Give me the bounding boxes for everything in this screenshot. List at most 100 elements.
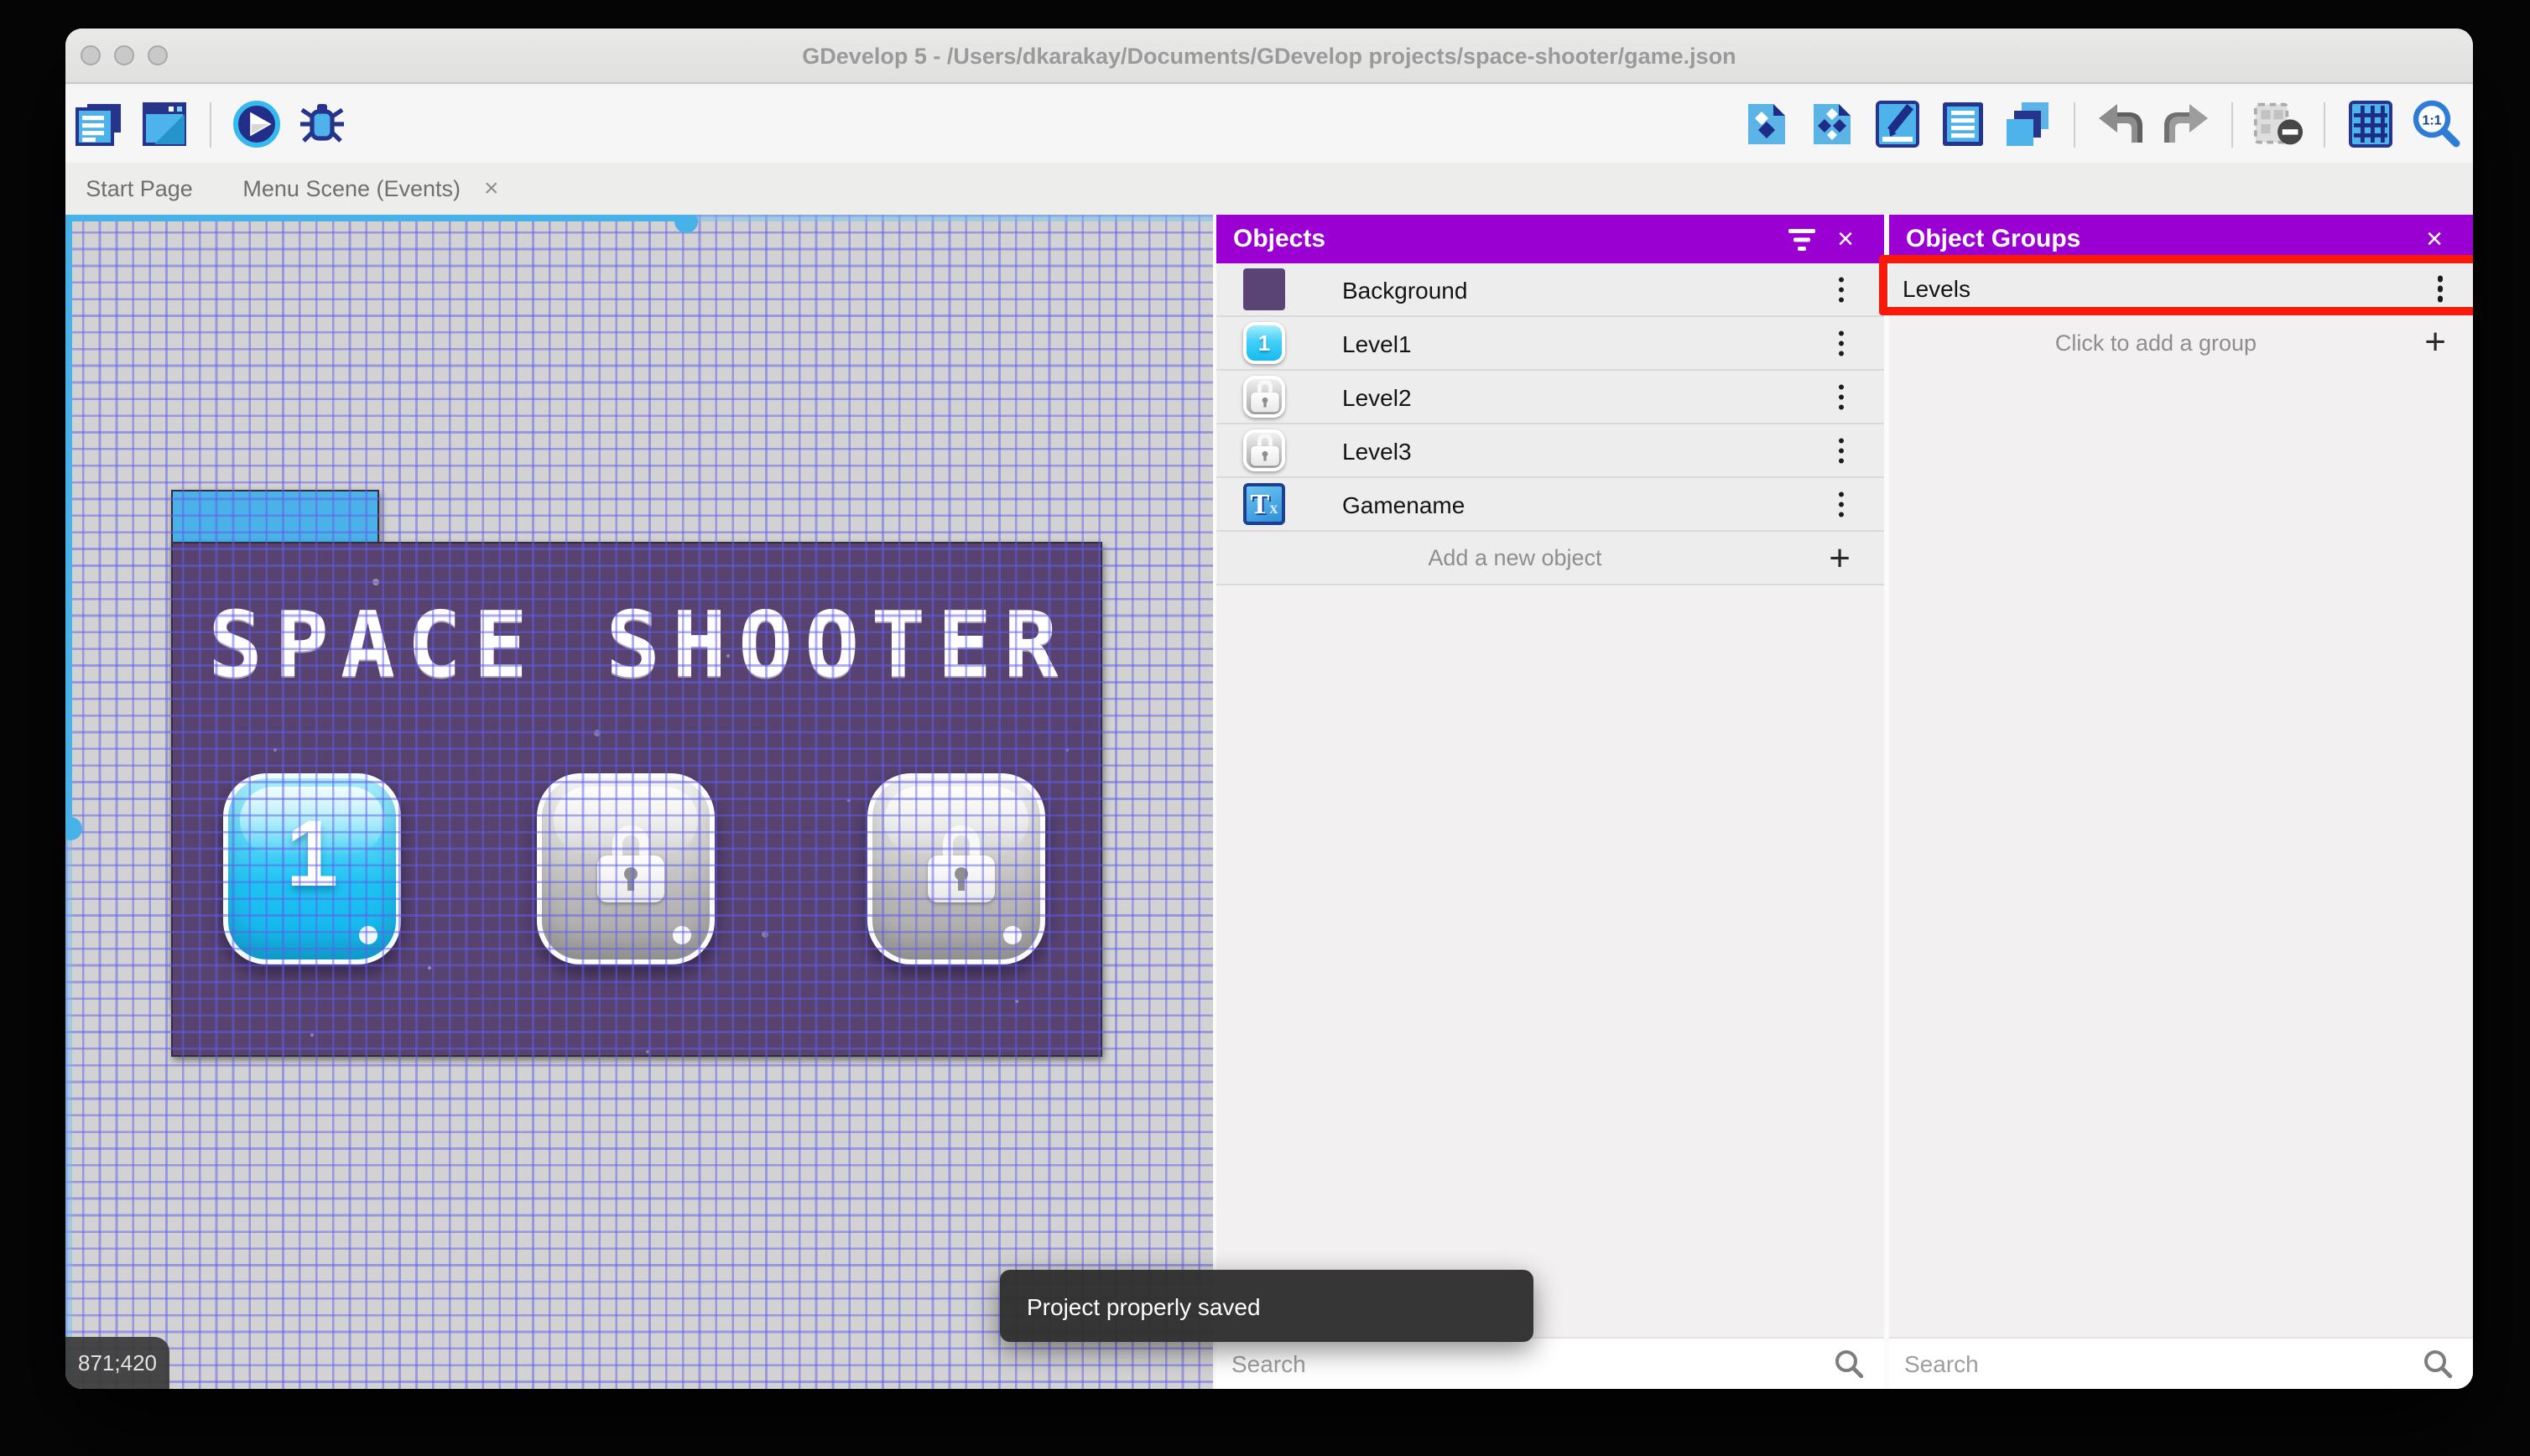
objects-search-input[interactable]	[1216, 1349, 1751, 1379]
grid-icon	[2349, 101, 2392, 148]
star-specks	[173, 543, 176, 547]
tab-start-page[interactable]: Start Page	[65, 163, 213, 215]
text-icon-x: x	[1269, 500, 1278, 518]
object-name: Level2	[1342, 383, 1412, 410]
toolbar-separator	[210, 101, 211, 147]
layers-editor-button[interactable]	[2003, 97, 2054, 151]
app-window: GDevelop 5 - /Users/dkarakay/Documents/G…	[65, 29, 2473, 1389]
toggle-mask-button[interactable]	[2253, 97, 2304, 151]
close-panel-icon[interactable]: ×	[1824, 217, 1867, 261]
objects-panel-header: Objects ×	[1216, 215, 1884, 263]
scene-editor-icon	[143, 102, 186, 146]
redo-button[interactable]	[2161, 97, 2211, 151]
add-group-row[interactable]: Click to add a group +	[1889, 315, 2473, 369]
add-new-object-row[interactable]: Add a new object +	[1216, 532, 1884, 585]
tab-menu-scene-events[interactable]: Menu Scene (Events) ×	[213, 163, 528, 215]
group-name: Levels	[1903, 275, 1970, 302]
layers-icon	[2007, 102, 2048, 146]
object-menu-kebab-icon[interactable]	[1838, 383, 1844, 410]
object-groups-panel: Object Groups × Levels Click to add a gr…	[1889, 215, 2473, 1389]
object-name: Background	[1342, 276, 1468, 303]
vertical-scrollbar-track[interactable]	[65, 829, 72, 1389]
objects-panel: Objects × Background 1 Level1 Level2 Lev…	[1216, 215, 1884, 1389]
groups-search-bar	[1889, 1337, 2473, 1389]
horizontal-scrollbar-thumb[interactable]	[674, 215, 698, 233]
object-menu-kebab-icon[interactable]	[1838, 276, 1844, 303]
zoom-1-1-icon: 1:1	[2413, 100, 2460, 148]
lock-icon	[1250, 432, 1278, 465]
object-row-level3[interactable]: Level3	[1216, 424, 1884, 478]
instances-list-button[interactable]	[1938, 97, 1988, 151]
scene-canvas[interactable]: SPACE SHOOTER 1 871;420	[65, 215, 1213, 1389]
game-scene-background[interactable]: SPACE SHOOTER 1	[171, 542, 1102, 1057]
undo-icon	[2099, 104, 2142, 143]
start-page-button[interactable]	[139, 97, 190, 151]
plus-icon[interactable]: +	[2424, 323, 2446, 361]
lock-icon	[597, 825, 664, 902]
object-groups-panel-title: Object Groups	[1906, 225, 2081, 253]
toast-message: Project properly saved	[1027, 1292, 1261, 1319]
zoom-label: 1:1	[2422, 113, 2441, 127]
lock-icon	[1250, 378, 1278, 412]
toggle-grid-button[interactable]	[2345, 97, 2396, 151]
edit-pencil-icon	[1876, 101, 1919, 148]
object-row-level2[interactable]: Level2	[1216, 371, 1884, 424]
vertical-scrollbar-thumb[interactable]	[65, 817, 82, 840]
undo-button[interactable]	[2095, 97, 2146, 151]
toolbar-separator	[2074, 101, 2075, 147]
search-icon	[1834, 1349, 1864, 1387]
horizontal-scrollbar-track[interactable]	[696, 215, 1213, 221]
open-objects-editor-button[interactable]	[1741, 97, 1792, 151]
objects-editor-icon	[1748, 104, 1785, 144]
objects-search-bar	[1216, 1337, 1884, 1389]
toolbar-separator	[2324, 101, 2325, 147]
object-row-gamename[interactable]: T x Gamename	[1216, 478, 1884, 532]
level1-number: 1	[285, 800, 339, 906]
object-menu-kebab-icon[interactable]	[1838, 330, 1844, 356]
tab-close-icon[interactable]: ×	[484, 176, 499, 201]
mask-disabled-icon	[2253, 102, 2304, 145]
groups-search-input[interactable]	[1889, 1349, 2356, 1379]
level3-locked-button-object[interactable]	[867, 773, 1045, 965]
save-toast: Project properly saved	[1000, 1270, 1533, 1342]
main-toolbar: 1:1	[65, 86, 2473, 163]
group-row-levels[interactable]: Levels	[1889, 263, 2473, 315]
play-preview-button[interactable]	[232, 97, 282, 151]
cursor-coordinates-badge: 871;420	[65, 1337, 169, 1389]
locked-button-icon	[1243, 376, 1285, 418]
object-name: Gamename	[1342, 491, 1465, 517]
open-object-groups-editor-button[interactable]	[1807, 97, 1857, 151]
scene-title-text-object[interactable]: SPACE SHOOTER	[208, 600, 1080, 691]
object-row-level1[interactable]: 1 Level1	[1216, 317, 1884, 371]
objects-panel-title: Objects	[1233, 225, 1326, 253]
level1-button-object[interactable]: 1	[223, 773, 401, 965]
screenshot-stage: GDevelop 5 - /Users/dkarakay/Documents/G…	[0, 0, 2530, 1456]
lock-icon	[928, 825, 995, 902]
tab-label: Menu Scene (Events)	[242, 176, 461, 201]
plus-icon[interactable]: +	[1829, 538, 1851, 576]
project-manager-button[interactable]	[74, 97, 124, 151]
editor-content: SPACE SHOOTER 1 871;420 Objects × Backgr…	[65, 215, 2473, 1389]
add-group-label: Click to add a group	[2054, 330, 2257, 355]
group-menu-kebab-icon[interactable]	[2437, 275, 2443, 302]
debug-button[interactable]	[297, 97, 347, 151]
toolbar-separator	[2231, 101, 2233, 147]
zoom-original-button[interactable]: 1:1	[2411, 97, 2461, 151]
object-name: Level3	[1342, 437, 1412, 464]
text-object-icon: T x	[1243, 483, 1285, 525]
object-groups-editor-icon	[1814, 104, 1851, 144]
project-manager-icon	[75, 104, 121, 146]
locked-button-icon	[1243, 429, 1285, 471]
filter-icon[interactable]	[1780, 217, 1824, 261]
vertical-scrollbar[interactable]	[65, 215, 72, 829]
object-menu-kebab-icon[interactable]	[1838, 437, 1844, 464]
play-icon	[233, 101, 280, 148]
scene-properties-button[interactable]	[1872, 97, 1923, 151]
editor-tab-bar: Start Page Menu Scene × Menu Scene (Even…	[65, 163, 2473, 1005]
object-menu-kebab-icon[interactable]	[1838, 491, 1844, 517]
level2-locked-button-object[interactable]	[537, 773, 715, 965]
instances-list-icon	[1943, 102, 1983, 146]
horizontal-scrollbar[interactable]	[65, 215, 696, 221]
close-panel-icon[interactable]: ×	[2413, 217, 2456, 261]
object-row-background[interactable]: Background	[1216, 263, 1884, 317]
